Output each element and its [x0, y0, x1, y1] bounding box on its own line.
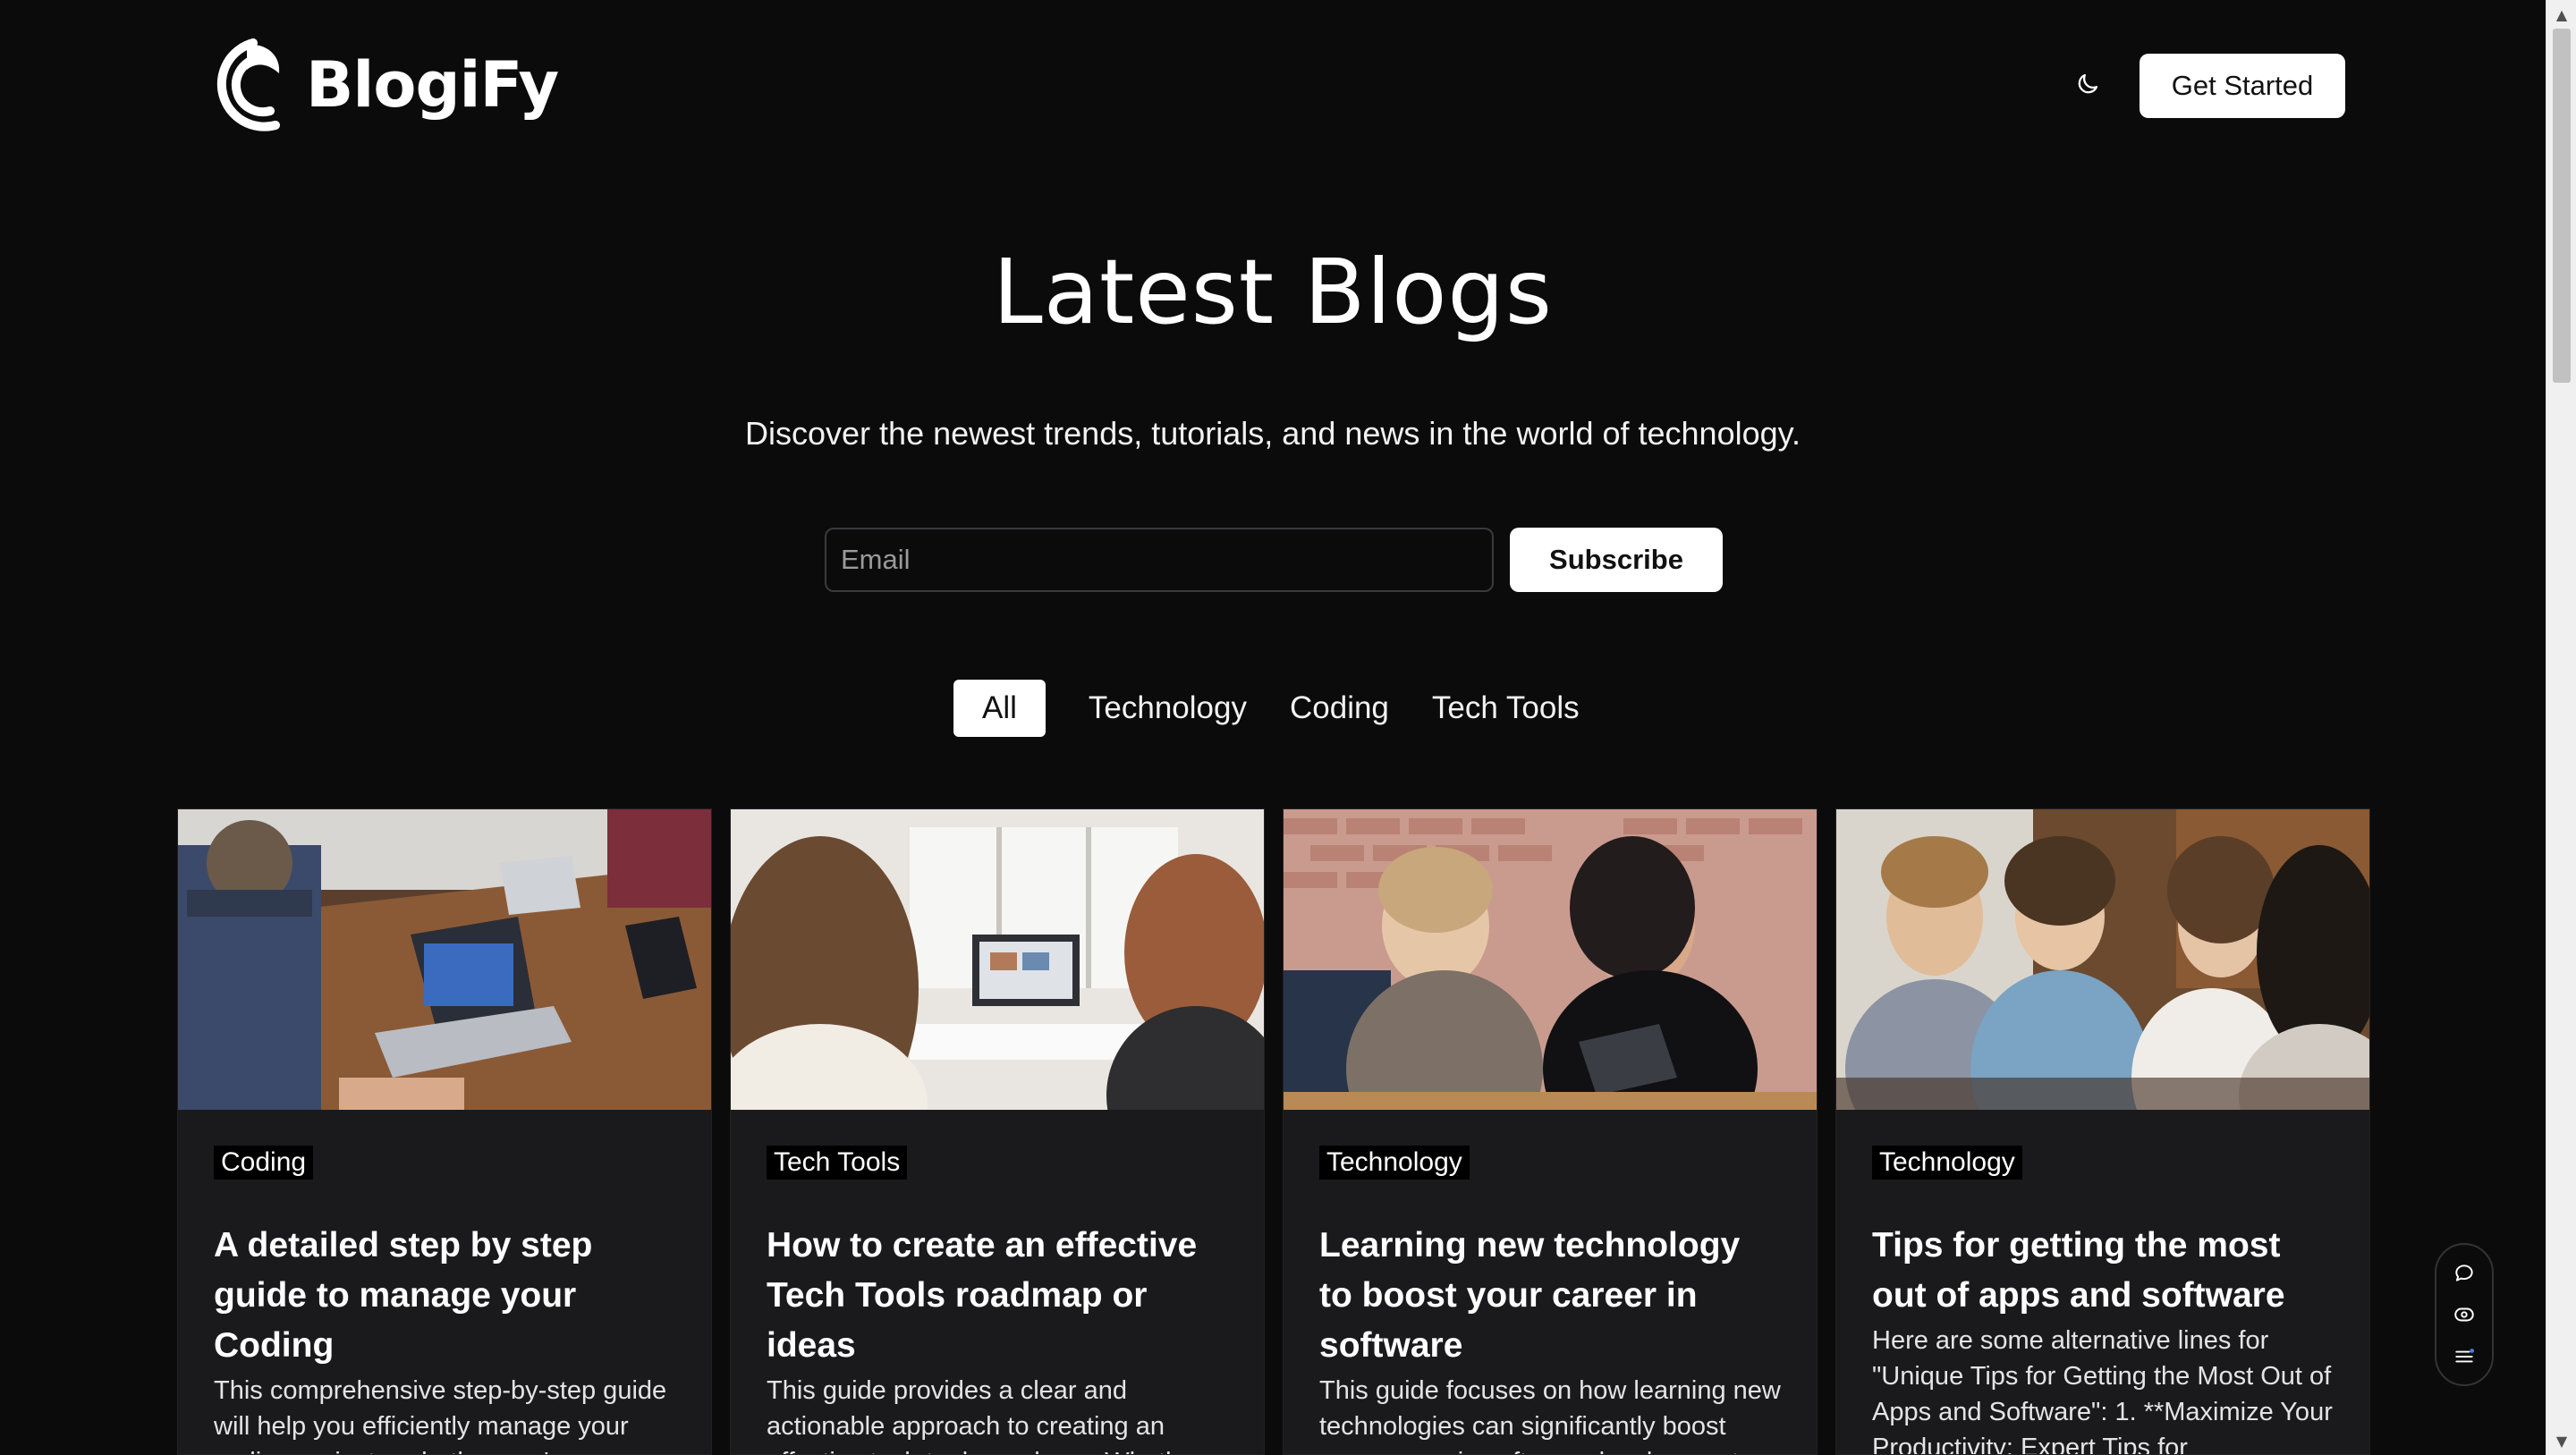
filter-tech-tools[interactable]: Tech Tools — [1432, 680, 1580, 737]
menu-icon[interactable] — [2451, 1343, 2478, 1370]
page-subtitle: Discover the newest trends, tutorials, a… — [745, 415, 1801, 452]
subscribe-button[interactable]: Subscribe — [1510, 528, 1723, 592]
floating-toolbar — [2435, 1243, 2494, 1386]
scroll-up-arrow-icon[interactable]: ▲ — [2546, 0, 2576, 29]
logo-text: BlogiFy — [306, 48, 559, 122]
card-title[interactable]: Tips for getting the most out of apps an… — [1872, 1221, 2334, 1321]
card-title[interactable]: How to create an effective Tech Tools ro… — [767, 1221, 1228, 1371]
filter-all[interactable]: All — [953, 680, 1046, 737]
two-women-tablet-photo — [1284, 809, 1817, 1110]
logo-mark-icon — [216, 38, 280, 131]
card-description: This comprehensive step-by-step guide wi… — [214, 1376, 667, 1454]
card-title[interactable]: Learning new technology to boost your ca… — [1319, 1221, 1781, 1371]
subscribe-form: Subscribe — [825, 528, 1723, 592]
office-laptop-meeting-photo — [178, 809, 711, 1110]
scroll-thumb[interactable] — [2553, 29, 2571, 383]
blog-card[interactable]: Tech Tools How to create an effective Te… — [730, 808, 1265, 1455]
category-badge: Technology — [1319, 1146, 1470, 1180]
moon-icon — [2078, 73, 2098, 94]
theme-toggle-button[interactable] — [2070, 66, 2106, 102]
category-badge: Technology — [1872, 1146, 2022, 1180]
card-title[interactable]: A detailed step by step guide to manage … — [214, 1221, 675, 1371]
page-title: Latest Blogs — [993, 240, 1553, 344]
category-badge: Tech Tools — [767, 1146, 908, 1180]
card-image[interactable] — [1836, 809, 2369, 1110]
category-filters: All Technology Coding Tech Tools — [953, 680, 1580, 737]
card-image[interactable] — [1284, 809, 1817, 1110]
group-friends-phones-photo — [1836, 809, 2369, 1110]
blog-card[interactable]: Coding A detailed step by step guide to … — [177, 808, 712, 1455]
category-badge: Coding — [214, 1146, 314, 1180]
blog-card[interactable]: Technology Learning new technology to bo… — [1283, 808, 1818, 1455]
blog-card-list: Coding A detailed step by step guide to … — [177, 808, 2370, 1455]
page: BlogiFy Get Started Latest Blogs Discove… — [0, 0, 2546, 1455]
card-description: Here are some alternative lines for "Uni… — [1872, 1326, 2333, 1455]
card-image[interactable] — [731, 809, 1264, 1110]
card-image[interactable] — [178, 809, 711, 1110]
two-women-laptop-photo — [731, 809, 1264, 1110]
blog-card[interactable]: Technology Tips for getting the most out… — [1835, 808, 2370, 1455]
page-scrollbar[interactable]: ▲ ▼ — [2546, 0, 2576, 1455]
chat-icon[interactable] — [2451, 1260, 2478, 1287]
filter-coding[interactable]: Coding — [1290, 680, 1389, 737]
email-field[interactable] — [825, 528, 1494, 592]
get-started-button[interactable]: Get Started — [2140, 54, 2345, 118]
scroll-down-arrow-icon[interactable]: ▼ — [2546, 1426, 2576, 1455]
logo[interactable]: BlogiFy — [204, 36, 559, 134]
card-description: This guide provides a clear and actionab… — [767, 1376, 1203, 1454]
filter-technology[interactable]: Technology — [1089, 680, 1247, 737]
eye-icon[interactable] — [2451, 1301, 2478, 1328]
card-description: This guide focuses on how learning new t… — [1319, 1376, 1781, 1454]
